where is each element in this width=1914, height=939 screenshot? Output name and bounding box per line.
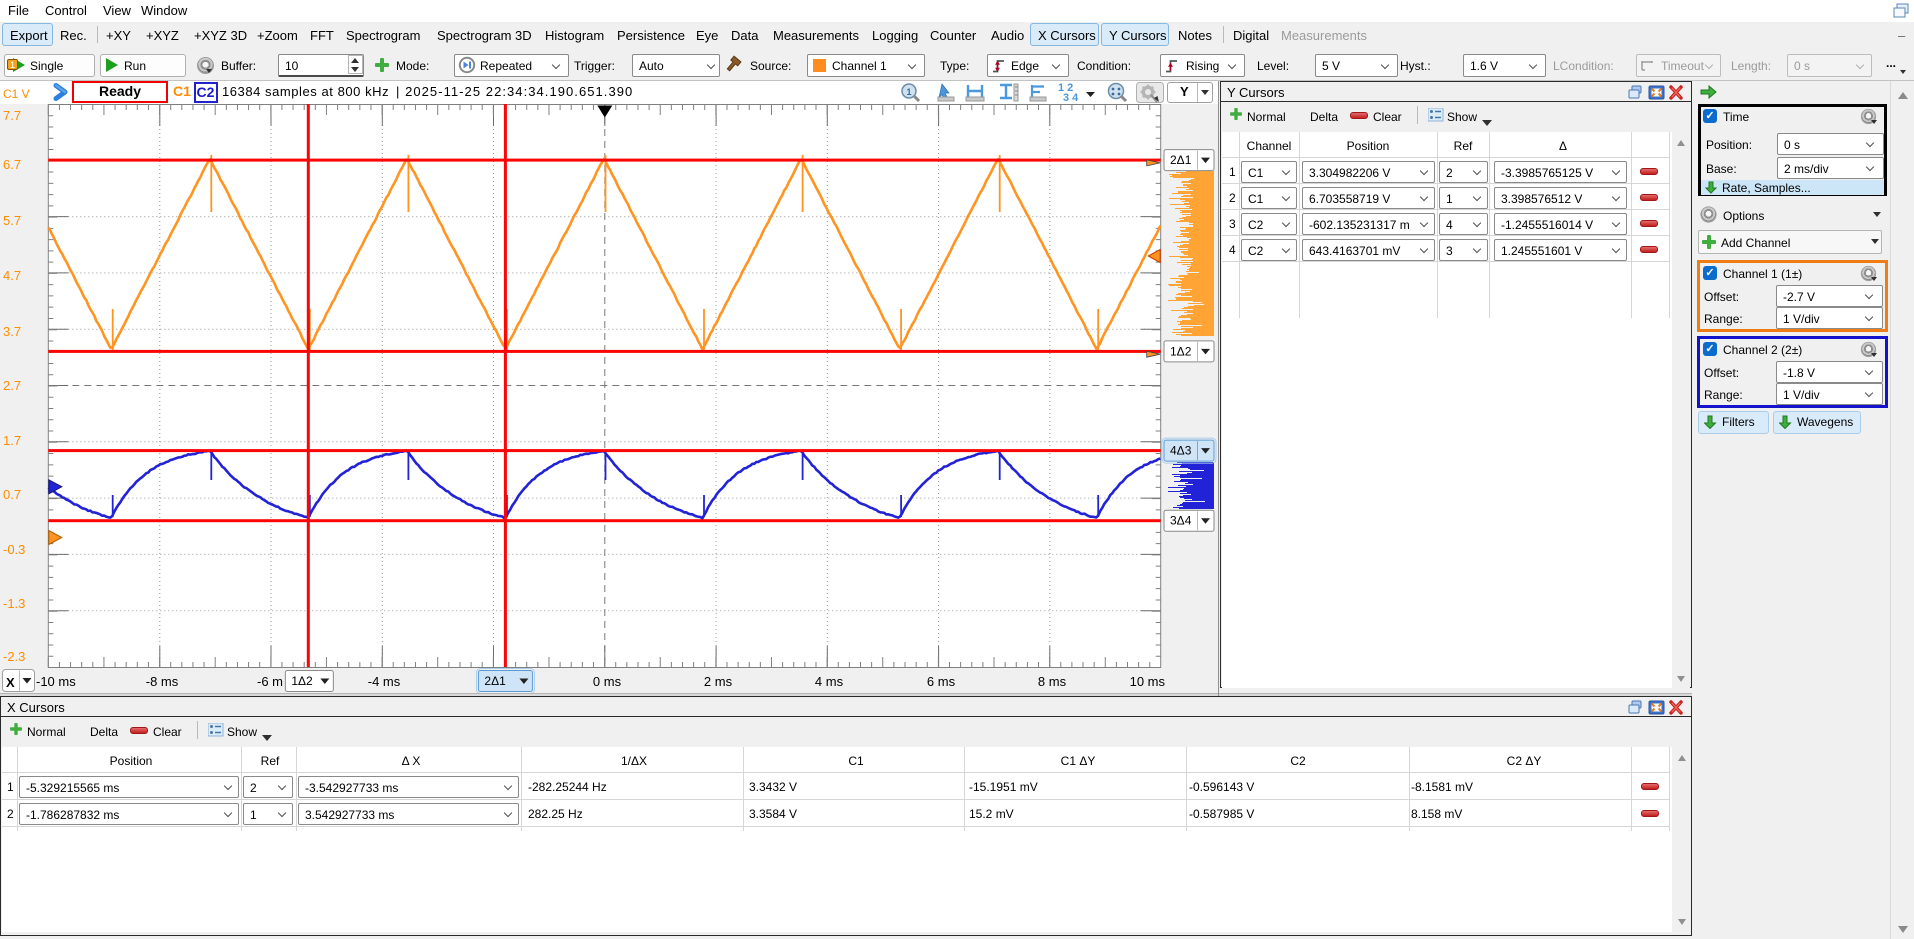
- svg-text:2.7: 2.7: [3, 378, 21, 393]
- svg-text:-1.3: -1.3: [3, 596, 25, 611]
- svg-text:4 ms: 4 ms: [815, 674, 844, 689]
- svg-text:-4 ms: -4 ms: [368, 674, 401, 689]
- svg-text:1Δ2: 1Δ2: [291, 674, 313, 688]
- svg-text:-2.3: -2.3: [3, 649, 25, 664]
- svg-text:-10 ms: -10 ms: [36, 674, 76, 689]
- svg-text:6.7: 6.7: [3, 157, 21, 172]
- svg-text:1: 1: [906, 87, 911, 97]
- svg-text:7.7: 7.7: [3, 108, 21, 123]
- svg-text:5.7: 5.7: [3, 213, 21, 228]
- svg-text:X: X: [6, 675, 15, 690]
- svg-text:3.7: 3.7: [3, 324, 21, 339]
- svg-text:4Δ3: 4Δ3: [1170, 444, 1192, 458]
- svg-text:2Δ1: 2Δ1: [484, 674, 506, 688]
- svg-text:-0.3: -0.3: [3, 542, 25, 557]
- svg-text:0 ms: 0 ms: [593, 674, 622, 689]
- svg-text:1Δ2: 1Δ2: [1170, 344, 1192, 358]
- svg-text:3Δ4: 3Δ4: [1170, 514, 1192, 528]
- svg-text:4.7: 4.7: [3, 268, 21, 283]
- svg-text:6 ms: 6 ms: [927, 674, 956, 689]
- svg-text:-6 m: -6 m: [257, 674, 283, 689]
- svg-text:0.7: 0.7: [3, 487, 21, 502]
- svg-text:1.7: 1.7: [3, 433, 21, 448]
- svg-text:3 4: 3 4: [1063, 92, 1079, 104]
- svg-text:8 ms: 8 ms: [1038, 674, 1067, 689]
- svg-text:2Δ1: 2Δ1: [1170, 153, 1192, 167]
- svg-text:2 ms: 2 ms: [704, 674, 733, 689]
- svg-text:10 ms: 10 ms: [1130, 674, 1166, 689]
- svg-text:-8 ms: -8 ms: [146, 674, 179, 689]
